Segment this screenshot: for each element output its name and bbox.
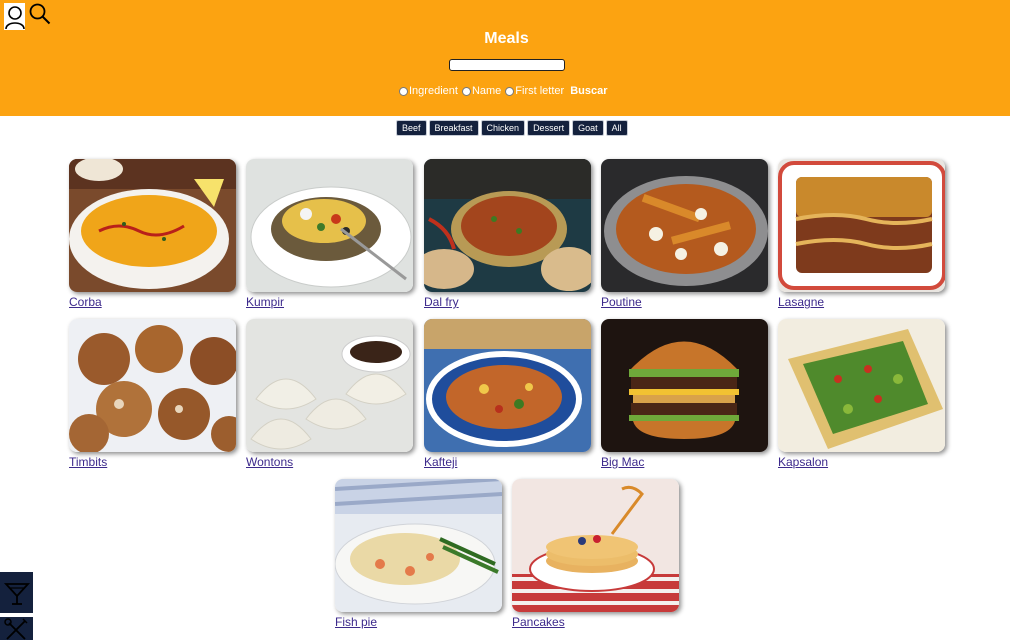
meal-link[interactable]: Fish pie [335, 615, 502, 629]
meal-link[interactable]: Kapsalon [778, 455, 945, 469]
meal-image-wontons[interactable] [246, 319, 413, 452]
filter-beef[interactable]: Beef [396, 120, 427, 136]
filter-chicken[interactable]: Chicken [480, 120, 526, 136]
profile-button[interactable] [4, 3, 25, 30]
radio-name-label: Name [471, 85, 502, 97]
meal-image-big-mac[interactable] [601, 319, 768, 452]
meal-card[interactable]: Fish pie [335, 479, 502, 629]
meal-card[interactable]: Wontons [246, 319, 413, 469]
meal-link[interactable]: Poutine [601, 295, 768, 309]
radio-first-letter[interactable]: First letter [505, 85, 564, 97]
meal-card[interactable]: Kumpir [246, 159, 413, 309]
meal-image-dal-fry[interactable] [424, 159, 591, 292]
drinks-nav-button[interactable] [0, 572, 33, 613]
meal-link[interactable]: Pancakes [512, 615, 679, 629]
meal-card[interactable]: Big Mac [601, 319, 768, 469]
radio-ingredient-label: Ingredient [409, 85, 458, 97]
meal-card[interactable]: Poutine [601, 159, 768, 309]
utensils-icon [3, 618, 28, 640]
radio-first-letter-input[interactable] [505, 86, 515, 96]
radio-name-input[interactable] [461, 86, 471, 96]
meal-image-kapsalon[interactable] [778, 319, 945, 452]
meal-card[interactable]: Kapsalon [778, 319, 945, 469]
radio-first-letter-label: First letter [515, 85, 565, 97]
category-filters: Beef Breakfast Chicken Dessert Goat All [396, 120, 628, 136]
meal-image-corba[interactable] [69, 159, 236, 292]
header: Meals Ingredient Name First letter Busca… [0, 0, 1010, 116]
radio-ingredient-input[interactable] [399, 86, 408, 96]
filter-goat[interactable]: Goat [572, 120, 604, 136]
meal-link[interactable]: Kumpir [246, 295, 413, 309]
meal-link[interactable]: Wontons [246, 455, 413, 469]
meal-link[interactable]: Kafteji [424, 455, 591, 469]
food-nav-button[interactable] [0, 617, 33, 640]
search-input[interactable] [449, 59, 565, 71]
search-submit-button[interactable]: Buscar [570, 85, 607, 97]
meal-image-poutine[interactable] [601, 159, 768, 292]
meal-card[interactable]: Kafteji [424, 319, 591, 469]
user-icon [4, 5, 25, 29]
meal-card[interactable]: Pancakes [512, 479, 679, 629]
filter-breakfast[interactable]: Breakfast [428, 120, 479, 136]
search-type-radios: Ingredient Name First letter Buscar [399, 84, 607, 98]
meal-image-timbits[interactable] [69, 319, 236, 452]
meal-image-kafteji[interactable] [424, 319, 591, 452]
meal-image-lasagne[interactable] [778, 159, 945, 292]
search-toggle-button[interactable] [29, 3, 51, 25]
meal-link[interactable]: Corba [69, 295, 236, 309]
filter-dessert[interactable]: Dessert [527, 120, 571, 136]
meal-image-pancakes[interactable] [512, 479, 679, 612]
meal-card[interactable]: Corba [69, 159, 236, 309]
meal-link[interactable]: Big Mac [601, 455, 768, 469]
meal-card[interactable]: Timbits [69, 319, 236, 469]
page-title: Meals [484, 30, 529, 47]
radio-ingredient[interactable]: Ingredient [399, 85, 458, 97]
meal-link[interactable]: Timbits [69, 455, 236, 469]
meal-link[interactable]: Dal fry [424, 295, 591, 309]
meal-image-kumpir[interactable] [246, 159, 413, 292]
search-icon [29, 3, 51, 25]
meal-card[interactable]: Lasagne [778, 159, 945, 309]
cocktail-icon [3, 582, 30, 605]
filter-all[interactable]: All [605, 120, 628, 136]
meal-link[interactable]: Lasagne [778, 295, 945, 309]
radio-name[interactable]: Name [461, 85, 502, 97]
meal-image-fish-pie[interactable] [335, 479, 502, 612]
meal-card[interactable]: Dal fry [424, 159, 591, 309]
